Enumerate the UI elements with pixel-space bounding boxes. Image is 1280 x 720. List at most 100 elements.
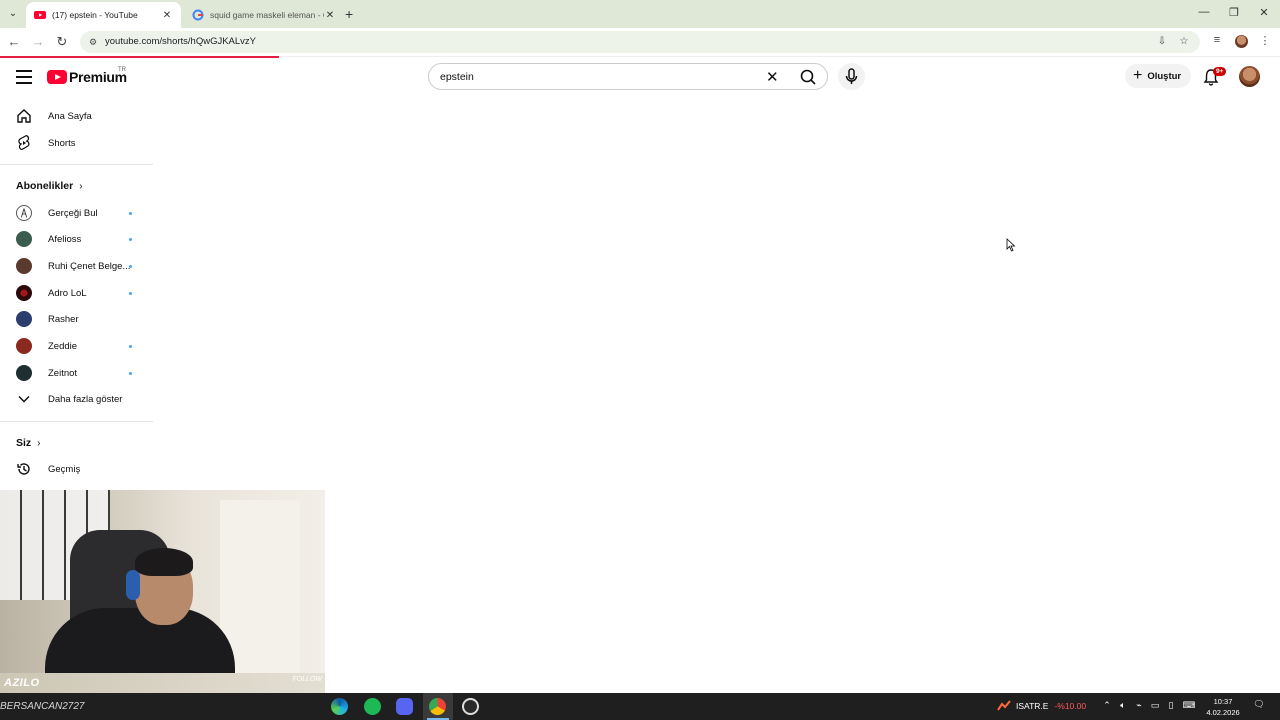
tab-google-search[interactable]: squid game maskeli eleman - G ✕ xyxy=(184,2,344,28)
spotify-icon[interactable] xyxy=(364,698,381,715)
search-icon[interactable] xyxy=(797,67,819,87)
close-tab-icon[interactable]: ✕ xyxy=(161,10,173,21)
system-clock[interactable]: 10:37 4.02.2026 xyxy=(1203,696,1243,718)
show-more-button[interactable]: Daha fazla göster xyxy=(0,386,153,412)
sidebar-item-label: Ana Sayfa xyxy=(48,110,92,122)
minimize-icon[interactable]: — xyxy=(1194,6,1214,18)
notification-center-icon[interactable]: 🗨︎ xyxy=(1252,699,1266,713)
chevron-right-icon: › xyxy=(79,181,83,192)
sidebar-divider xyxy=(0,421,153,422)
channel-avatar xyxy=(16,258,32,274)
browser-menu-icon[interactable]: ⋮ xyxy=(1257,34,1273,47)
logo-region: TR xyxy=(118,67,126,73)
headset xyxy=(126,570,140,600)
channel-name: Ruhi Çenet Belge... xyxy=(48,260,131,272)
tray-expand-chevron-icon[interactable]: ⌃ xyxy=(1100,700,1114,711)
streamer-hair xyxy=(135,548,193,576)
network-icon[interactable]: ⌁ xyxy=(1132,700,1146,711)
tab-title: (17) epstein - YouTube xyxy=(52,10,138,20)
voice-search-button[interactable] xyxy=(838,63,865,90)
subscriptions-title: Abonelikler xyxy=(16,180,74,192)
sidebar-item-subscription[interactable]: Afelioss xyxy=(0,226,153,252)
sidebar-item-subscription[interactable]: Rasher xyxy=(0,306,153,332)
keyboard-icon[interactable]: ⌨ xyxy=(1182,700,1196,711)
channel-avatar xyxy=(16,338,32,354)
display-icon[interactable]: ▭ xyxy=(1148,700,1162,711)
search-input[interactable]: epstein xyxy=(440,71,474,83)
install-app-icon[interactable]: ⇩ xyxy=(1155,36,1169,47)
channel-avatar xyxy=(16,231,32,247)
bookmark-star-icon[interactable]: ☆ xyxy=(1177,36,1191,47)
clock-date: 4.02.2026 xyxy=(1206,708,1240,717)
webcam-overlay xyxy=(0,490,325,673)
new-tab-plus-icon[interactable]: + xyxy=(345,6,353,22)
sidebar-item-subscription[interactable]: Adro LoL xyxy=(0,280,153,306)
restore-icon[interactable]: ❐ xyxy=(1224,6,1244,19)
new-content-dot xyxy=(129,371,132,375)
sidebar-item-subscription[interactable]: Zeitnot xyxy=(0,360,153,386)
channel-name: Rasher xyxy=(48,313,79,325)
background-door xyxy=(220,500,300,673)
sidebar-item-label: Shorts xyxy=(48,137,76,149)
plus-icon: + xyxy=(1133,67,1143,84)
tab-youtube[interactable]: (17) epstein - YouTube ✕ xyxy=(26,2,181,28)
microphone-icon xyxy=(845,68,858,84)
search-box[interactable]: epstein ✕ xyxy=(428,63,828,90)
stock-ticker[interactable]: ISATR.E -%10.00 xyxy=(1016,701,1086,711)
window-close-icon[interactable]: ✕ xyxy=(1254,6,1274,19)
history-icon xyxy=(17,463,30,475)
close-tab-icon[interactable]: ✕ xyxy=(324,10,336,21)
sidebar-item-label: Geçmiş xyxy=(48,463,81,475)
ticker-symbol: ISATR.E xyxy=(1016,701,1049,711)
follow-label: FOLLOW xyxy=(292,676,322,683)
media-controls-icon[interactable]: ≡ xyxy=(1209,34,1225,46)
google-icon xyxy=(192,9,204,21)
channel-avatar xyxy=(16,311,32,327)
page-load-progress xyxy=(0,56,279,58)
youtube-premium-logo[interactable]: Premium TR xyxy=(47,67,127,85)
profile-avatar[interactable] xyxy=(1235,35,1248,48)
you-title: Siz xyxy=(16,437,32,449)
create-label: Oluştur xyxy=(1147,70,1182,82)
browser-toolbar: ← → ↻ ⚙ youtube.com/shorts/hQwGJKALvzY ⇩… xyxy=(0,28,1280,56)
battery-icon[interactable]: ▯ xyxy=(1164,700,1178,711)
home-icon xyxy=(17,109,31,123)
chevron-down-icon xyxy=(18,395,30,403)
sidebar-item-subscription[interactable]: Zeddie xyxy=(0,333,153,359)
address-bar[interactable]: ⚙ youtube.com/shorts/hQwGJKALvzY ⇩ ☆ xyxy=(80,31,1200,53)
chevron-right-icon: › xyxy=(37,438,41,449)
chrome-icon[interactable] xyxy=(429,698,446,715)
stream-name-bar: AZILO FOLLOW xyxy=(0,673,325,693)
ticker-change: -%10.00 xyxy=(1054,701,1087,711)
new-content-dot xyxy=(129,211,132,215)
hamburger-menu-icon[interactable] xyxy=(16,70,32,84)
sidebar-item-home[interactable]: Ana Sayfa xyxy=(0,103,153,129)
sidebar-item-subscription[interactable]: Gerçeği Bul xyxy=(0,200,153,226)
sidebar-item-history[interactable]: Geçmiş xyxy=(0,456,153,482)
streamer-body xyxy=(45,608,235,673)
you-heading[interactable]: Siz › xyxy=(16,437,41,449)
obs-icon[interactable] xyxy=(462,698,479,715)
reload-icon[interactable]: ↻ xyxy=(54,34,70,50)
mouse-cursor-icon xyxy=(1006,238,1016,252)
discord-icon[interactable] xyxy=(396,698,413,715)
clear-search-icon[interactable]: ✕ xyxy=(766,68,779,86)
tab-search-chevron-icon[interactable]: ⌄ xyxy=(5,5,21,21)
new-content-dot xyxy=(129,291,132,295)
sidebar-item-shorts[interactable]: Shorts xyxy=(0,130,153,156)
follower-name: BERSANCAN2727 xyxy=(0,701,85,712)
clock-time: 10:37 xyxy=(1213,697,1233,706)
back-arrow-icon[interactable]: ← xyxy=(6,34,22,50)
volume-icon[interactable]: 🔈︎ xyxy=(1116,700,1130,711)
create-button[interactable]: + Oluştur xyxy=(1125,64,1191,88)
site-info-icon[interactable]: ⚙ xyxy=(87,36,99,48)
forward-arrow-icon[interactable]: → xyxy=(30,34,46,50)
youtube-play-icon xyxy=(47,70,67,84)
account-avatar[interactable] xyxy=(1239,66,1260,87)
subscriptions-heading[interactable]: Abonelikler › xyxy=(16,180,83,192)
tab-title: squid game maskeli eleman - G xyxy=(210,10,324,20)
sidebar-item-subscription[interactable]: Ruhi Çenet Belge... xyxy=(0,253,153,279)
channel-name: Adro LoL xyxy=(48,287,87,299)
edge-icon[interactable] xyxy=(331,698,348,715)
stock-ticker-icon[interactable] xyxy=(997,700,1011,712)
